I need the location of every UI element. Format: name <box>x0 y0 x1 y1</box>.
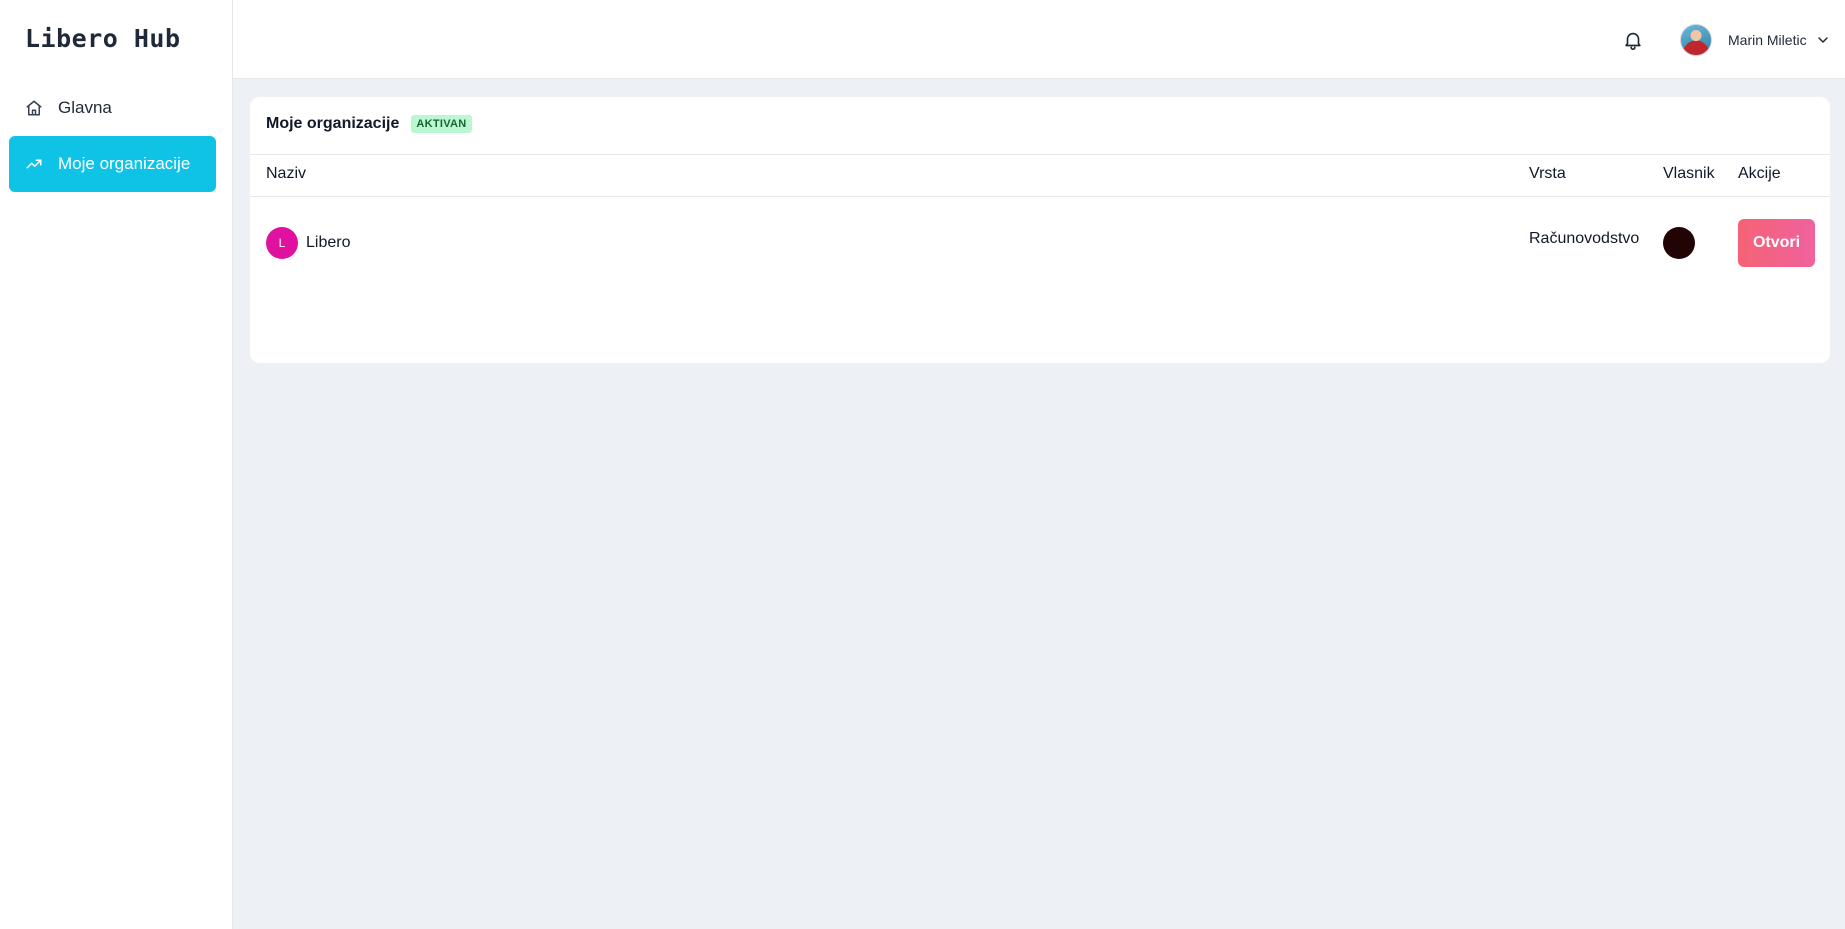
bell-icon[interactable] <box>1622 29 1644 51</box>
organization-cell: L Libero <box>266 227 350 259</box>
card-header: Moje organizacije AKTIVAN <box>266 115 472 133</box>
sidebar-item-label: Glavna <box>58 98 112 117</box>
top-header <box>233 0 1845 79</box>
sidebar-item-label: Moje organizacije <box>58 154 191 173</box>
organization-initial: L <box>278 236 286 250</box>
column-header-vrsta: Vrsta <box>1529 165 1566 182</box>
card-title: Moje organizacije <box>266 115 400 132</box>
divider <box>250 154 1830 155</box>
sidebar: Libero Hub Glavna Moje organizacije <box>0 0 233 929</box>
organization-avatar: L <box>266 227 298 259</box>
status-badge: AKTIVAN <box>411 115 472 133</box>
owner-avatar <box>1663 227 1695 259</box>
home-icon <box>25 99 43 117</box>
user-menu[interactable]: Marin Miletic <box>1680 23 1829 57</box>
divider <box>250 196 1830 197</box>
chevron-down-icon[interactable] <box>1817 34 1829 46</box>
column-header-akcije: Akcije <box>1738 165 1781 182</box>
column-header-vlasnik: Vlasnik <box>1663 165 1715 182</box>
user-name[interactable]: Marin Miletic <box>1728 32 1807 48</box>
trending-up-icon <box>25 155 43 173</box>
user-avatar[interactable] <box>1680 24 1712 56</box>
organization-type: Računovodstvo <box>1529 230 1640 247</box>
sidebar-item-moje-organizacije[interactable]: Moje organizacije <box>9 136 216 192</box>
organization-name: Libero <box>306 234 351 251</box>
open-button[interactable]: Otvori <box>1738 219 1815 267</box>
column-header-naziv: Naziv <box>266 165 307 182</box>
organizations-card: Moje organizacije AKTIVAN Naziv Vrsta Vl… <box>250 97 1830 363</box>
app-logo[interactable]: Libero Hub <box>25 24 181 53</box>
sidebar-item-glavna[interactable]: Glavna <box>9 80 216 136</box>
